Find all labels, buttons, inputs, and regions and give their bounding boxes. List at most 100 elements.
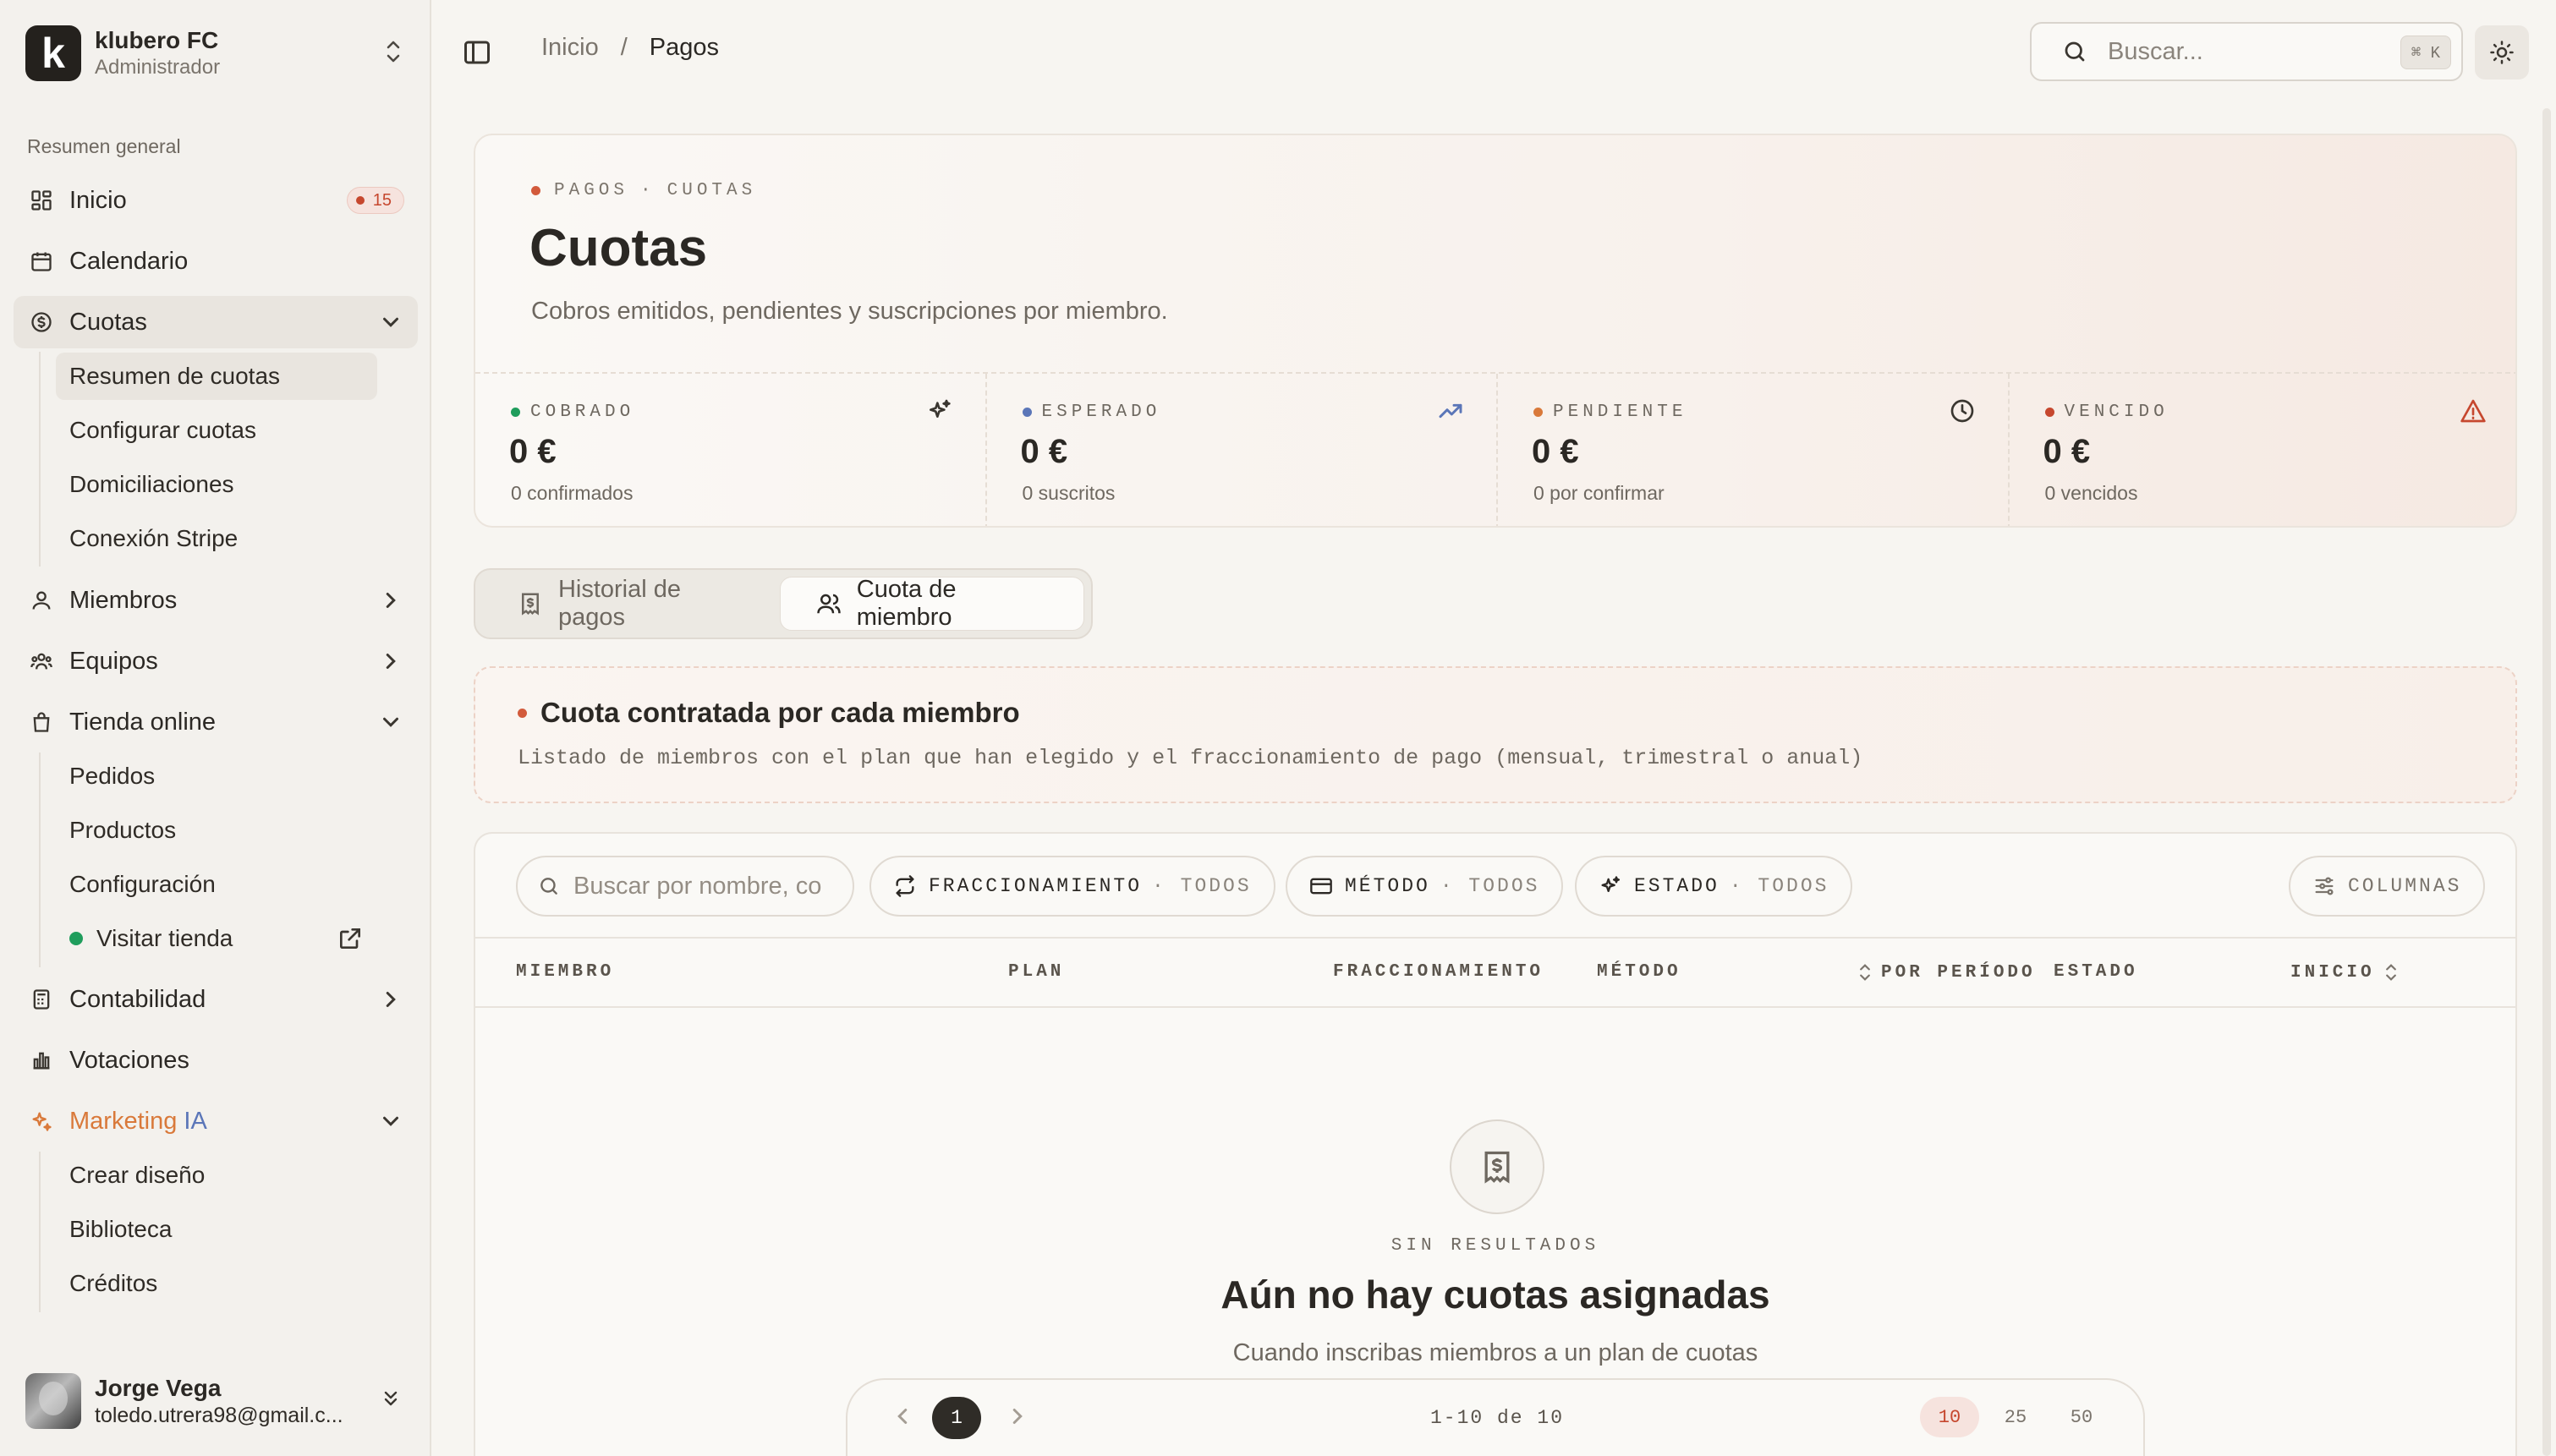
sidebar-item-label: Cuotas (69, 308, 147, 336)
calendar-icon (29, 249, 54, 274)
credit-card-icon (1310, 878, 1332, 895)
breadcrumb-current: Pagos (649, 34, 719, 61)
sidebar-item-calendario[interactable]: Calendario (14, 235, 418, 287)
sidebar-subitem-pedidos[interactable]: Pedidos (56, 753, 377, 800)
chevron-right-icon[interactable] (374, 583, 408, 617)
sidebar-subitem-creditos[interactable]: Créditos (56, 1260, 377, 1307)
filter-metodo[interactable]: MÉTODO · TODOS (1286, 856, 1564, 917)
chevron-down-icon[interactable] (374, 1104, 408, 1138)
sidebar-subitem-biblioteca[interactable]: Biblioteca (56, 1206, 377, 1253)
sidebar-subitem-domiciliaciones[interactable]: Domiciliaciones (56, 461, 377, 508)
pagination: 1 1-10 de 10 10 25 50 (846, 1378, 2145, 1456)
sort-icon (2385, 964, 2396, 981)
search-icon (540, 878, 557, 895)
sliders-icon (2315, 877, 2334, 895)
column-header-fraccionamiento[interactable]: FRACCIONAMIENTO (1333, 962, 1544, 982)
stat-esperado: ESPERADO 0 € 0 suscritos (987, 374, 1498, 526)
sidebar-subitem-conexion-stripe[interactable]: Conexión Stripe (56, 515, 377, 562)
breadcrumb-root[interactable]: Inicio (541, 34, 599, 62)
sidebar-subitem-configuracion[interactable]: Configuración (56, 861, 377, 908)
sidebar-item-inicio[interactable]: Inicio 15 (14, 174, 418, 227)
users-icon (817, 594, 841, 614)
stat-label: VENCIDO (2064, 402, 2169, 422)
filter-estado[interactable]: ESTADO · TODOS (1575, 856, 1853, 917)
tab-cuota-de-miembro[interactable]: Cuota de miembro (779, 576, 1084, 631)
online-status-dot (69, 932, 83, 945)
info-banner: Cuota contratada por cada miembro Listad… (474, 666, 2517, 803)
column-header-plan[interactable]: PLAN (1008, 962, 1064, 982)
ia-label: IA (184, 1107, 207, 1135)
page-size-option[interactable]: 25 (1986, 1397, 2045, 1437)
stats-row: COBRADO 0 € 0 confirmados ESPERADO 0 € 0… (475, 372, 2516, 526)
empty-subtitle: Cuando inscribas miembros a un plan de c… (1232, 1339, 1758, 1366)
sidebar-item-equipos[interactable]: Equipos (14, 635, 418, 687)
column-header-miembro[interactable]: MIEMBRO (516, 962, 614, 982)
search-input[interactable] (2108, 37, 2387, 66)
sidebar-item-label: Calendario (69, 247, 189, 275)
user-email: toledo.utrera98@gmail.c... (95, 1404, 343, 1427)
dashboard-icon (29, 188, 54, 213)
sidebar-toggle-button[interactable] (462, 37, 492, 68)
sidebar-item-label: Votaciones (69, 1046, 189, 1074)
sidebar-item-label: Miembros (69, 586, 178, 614)
global-search[interactable]: ⌘ K (2030, 22, 2463, 81)
org-switcher[interactable]: k klubero FC Administrador (25, 24, 406, 83)
chevrons-up-down-icon[interactable] (381, 36, 406, 70)
stat-cobrado: COBRADO 0 € 0 confirmados (475, 374, 987, 526)
column-header-inicio[interactable]: INICIO (2290, 962, 2407, 983)
sidebar-item-cuotas[interactable]: Cuotas (14, 296, 418, 348)
user-menu[interactable]: Jorge Vega toledo.utrera98@gmail.c... (25, 1370, 406, 1432)
trending-up-icon (1439, 403, 1462, 419)
team-icon (29, 649, 54, 674)
sidebar-item-marketing-ia[interactable]: Marketing IA (14, 1095, 418, 1147)
sidebar-item-label: Tienda online (69, 708, 217, 736)
sparkles-icon (929, 399, 951, 418)
tab-historial-de-pagos[interactable]: Historial de pagos (482, 576, 780, 631)
clock-icon (1950, 399, 1973, 423)
chevron-down-icon[interactable] (374, 705, 408, 739)
stat-caption: 0 por confirmar (1533, 482, 1665, 504)
chevron-right-icon[interactable] (374, 644, 408, 678)
filter-fraccionamiento[interactable]: FRACCIONAMIENTO · TODOS (869, 856, 1275, 917)
sidebar-subitem-configurar-cuotas[interactable]: Configurar cuotas (56, 407, 377, 454)
submenu-line (39, 1152, 41, 1312)
banner-title: Cuota contratada por cada miembro (540, 697, 1020, 728)
columns-button[interactable]: COLUMNAS (2289, 856, 2486, 917)
chevrons-down-icon[interactable] (381, 1386, 406, 1416)
stat-caption: 0 suscritos (1022, 482, 1116, 504)
repeat-icon (896, 875, 914, 897)
sun-icon (2490, 41, 2514, 64)
receipt-icon (521, 593, 539, 616)
page-title: Cuotas (529, 219, 708, 277)
table-search-input[interactable] (573, 872, 844, 900)
main-scrollbar[interactable] (2542, 108, 2551, 1456)
column-header-por-periodo[interactable]: POR PERÍODO (1849, 962, 2036, 983)
column-header-estado[interactable]: ESTADO (2054, 962, 2138, 982)
sidebar-item-tienda-online[interactable]: Tienda online (14, 696, 418, 748)
sidebar-subitem-resumen-de-cuotas[interactable]: Resumen de cuotas (56, 353, 377, 400)
submenu-line (39, 753, 41, 967)
page-size-option[interactable]: 10 (1920, 1397, 1979, 1437)
external-link-icon (340, 928, 360, 949)
sidebar-item-votaciones[interactable]: Votaciones (14, 1034, 418, 1087)
stat-value: 0 € (1020, 433, 1068, 470)
sidebar-subitem-crear-diseno[interactable]: Crear diseño (56, 1152, 377, 1199)
sparkles-icon (1601, 876, 1621, 892)
marketing-label: Marketing (69, 1107, 178, 1135)
sidebar-item-miembros[interactable]: Miembros (14, 574, 418, 627)
members-fees-table: FRACCIONAMIENTO· TODOS MÉTODO· TODOS EST… (474, 832, 2517, 1456)
stat-label: PENDIENTE (1553, 402, 1687, 422)
sidebar-item-contabilidad[interactable]: Contabilidad (14, 973, 418, 1026)
stat-vencido: VENCIDO 0 € 0 vencidos (2010, 374, 2516, 526)
chevron-down-icon[interactable] (374, 305, 408, 339)
sidebar-subitem-visitar-tienda[interactable]: Visitar tienda (56, 915, 377, 962)
stat-caption: 0 confirmados (511, 482, 634, 504)
warning-icon (2460, 399, 2486, 423)
column-header-metodo[interactable]: MÉTODO (1597, 962, 1681, 982)
page-header-card: PAGOS · CUOTAS Cuotas Cobros emitidos, pen… (474, 134, 2517, 528)
chevron-right-icon[interactable] (374, 983, 408, 1016)
page-size-option[interactable]: 50 (2052, 1397, 2111, 1437)
sidebar-subitem-productos[interactable]: Productos (56, 807, 377, 854)
table-search[interactable] (516, 856, 854, 917)
theme-toggle-button[interactable] (2475, 25, 2529, 79)
